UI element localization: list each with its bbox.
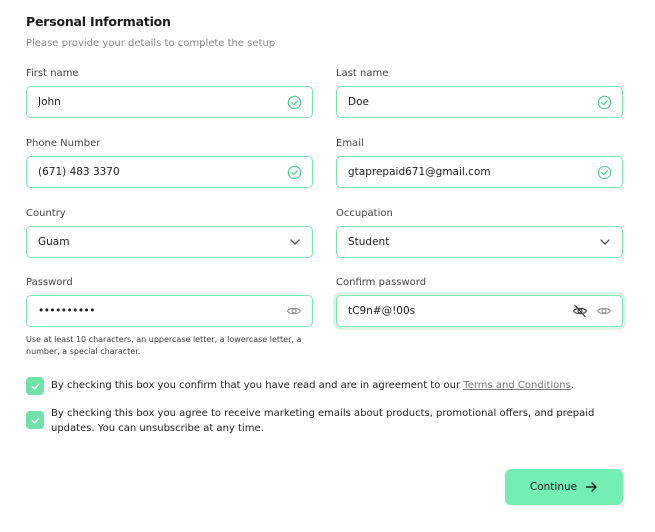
terms-checkbox[interactable]: [26, 377, 44, 395]
continue-button[interactable]: Continue: [505, 469, 623, 505]
country-value: Guam: [38, 236, 70, 248]
country-label: Country: [26, 208, 66, 219]
terms-text: By checking this box you confirm that yo…: [51, 377, 574, 393]
first-name-label: First name: [26, 68, 79, 79]
terms-suffix: .: [570, 380, 575, 391]
check-circle-icon: [287, 95, 302, 110]
confirm-password-field[interactable]: tC9n#@!00s: [336, 295, 623, 327]
page-title: Personal Information: [26, 14, 171, 29]
phone-label: Phone Number: [26, 138, 101, 149]
marketing-text: By checking this box you agree to receiv…: [51, 408, 595, 434]
checkmark-icon: [31, 383, 39, 390]
phone-field[interactable]: (671) 483 3370: [26, 156, 313, 188]
eye-icon[interactable]: [596, 304, 612, 318]
eye-icon[interactable]: [286, 304, 302, 318]
password-value: ••••••••••: [38, 305, 95, 317]
last-name-field[interactable]: Doe: [336, 86, 623, 118]
eye-off-icon[interactable]: [572, 304, 588, 318]
chevron-down-icon: [288, 235, 302, 249]
marketing-checkbox[interactable]: [26, 411, 44, 429]
terms-prefix: By checking this box you confirm that yo…: [51, 380, 464, 391]
confirm-password-label: Confirm password: [336, 277, 427, 288]
check-circle-icon: [287, 165, 302, 180]
first-name-field[interactable]: John: [26, 86, 313, 118]
country-select[interactable]: Guam: [26, 226, 313, 258]
email-label: Email: [336, 138, 364, 149]
phone-value: (671) 483 3370: [38, 166, 120, 178]
last-name-label: Last name: [336, 68, 389, 79]
terms-link[interactable]: Terms and Conditions: [463, 380, 571, 391]
password-label: Password: [26, 277, 73, 288]
checkmark-icon: [31, 417, 39, 424]
confirm-password-value: tC9n#@!00s: [348, 305, 416, 317]
chevron-down-icon: [598, 235, 612, 249]
password-hint: Use at least 10 characters, an uppercase…: [26, 335, 302, 356]
terms-consent-row: By checking this box you confirm that yo…: [26, 377, 626, 395]
check-circle-icon: [597, 165, 612, 180]
occupation-select[interactable]: Student: [336, 226, 623, 258]
continue-label: Continue: [529, 481, 578, 493]
last-name-value: Doe: [348, 96, 369, 108]
arrow-right-icon: [585, 481, 598, 493]
page-subtitle: Please provide your details to complete …: [26, 38, 276, 49]
email-value: gtaprepaid671@gmail.com: [348, 166, 491, 178]
check-circle-icon: [597, 95, 612, 110]
occupation-value: Student: [348, 236, 390, 248]
password-field[interactable]: ••••••••••: [26, 295, 313, 327]
first-name-value: John: [38, 96, 61, 108]
marketing-consent-row: By checking this box you agree to receiv…: [26, 406, 626, 436]
email-field[interactable]: gtaprepaid671@gmail.com: [336, 156, 623, 188]
occupation-label: Occupation: [336, 208, 393, 219]
